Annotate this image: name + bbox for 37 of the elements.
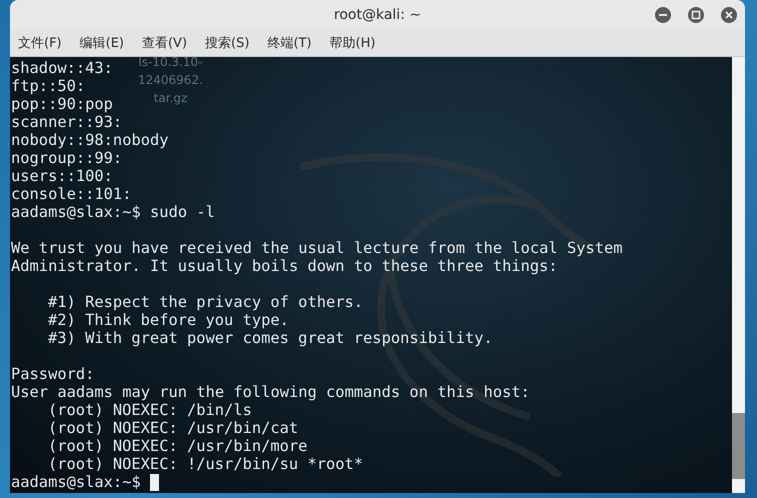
- desktop-file-label: ls-10.3.10-: [138, 54, 202, 71]
- maximize-icon[interactable]: [688, 7, 704, 23]
- menu-item[interactable]: 搜索(S): [205, 34, 250, 52]
- terminal-line: #3) With great power comes great responsibility.: [48, 329, 493, 347]
- terminal-line: nobody::98:nobody: [11, 131, 169, 149]
- terminal-line: users::100:: [11, 167, 113, 185]
- menu-item[interactable]: 终端(T): [267, 34, 312, 52]
- terminal-line: nogroup::99:: [11, 149, 122, 167]
- terminal-command: sudo -l: [150, 203, 215, 221]
- terminal-line: console::101:: [11, 185, 132, 203]
- scrollbar-thumb[interactable]: [732, 413, 745, 479]
- menu-item[interactable]: 编辑(E): [80, 34, 124, 52]
- menu-item[interactable]: 查看(V): [142, 34, 188, 52]
- shell-prompt: aadams@slax:~$: [11, 473, 141, 491]
- terminal-line: Administrator. It usually boils down to these three things:: [11, 257, 558, 275]
- terminal-line: Password:: [11, 365, 94, 383]
- terminal-line: User aadams may run the following commands on this host:: [11, 383, 530, 401]
- menu-item[interactable]: 文件(F): [18, 34, 62, 52]
- terminal-line: scanner::93:: [11, 113, 122, 131]
- terminal-line: pop::90:pop: [11, 95, 113, 113]
- terminal-line: (root) NOEXEC: /bin/ls: [48, 401, 252, 419]
- terminal-line: (root) NOEXEC: /usr/bin/cat: [48, 419, 298, 437]
- terminal-line: (root) NOEXEC: /usr/bin/more: [48, 437, 308, 455]
- terminal-line: We trust you have received the usual lecture from the local System: [11, 239, 623, 257]
- scrollbar[interactable]: [732, 57, 745, 493]
- terminal-line: (root) NOEXEC: !/usr/bin/su *root*: [48, 455, 364, 473]
- close-icon[interactable]: [721, 7, 737, 23]
- desktop-file-label: 12406962.: [138, 72, 203, 89]
- window-title: root@kali: ~: [334, 7, 422, 23]
- desktop-file-label: tar.gz: [154, 90, 188, 107]
- terminal-line: ftp::50:: [11, 77, 86, 95]
- minimize-icon[interactable]: [655, 7, 671, 23]
- menu-item[interactable]: 帮助(H): [330, 34, 376, 52]
- terminal-line: shadow::43:: [11, 59, 113, 77]
- terminal-line: #1) Respect the privacy of others.: [48, 293, 364, 311]
- shell-prompt: aadams@slax:~$: [11, 203, 141, 221]
- terminal-line: #2) Think before you type.: [48, 311, 289, 329]
